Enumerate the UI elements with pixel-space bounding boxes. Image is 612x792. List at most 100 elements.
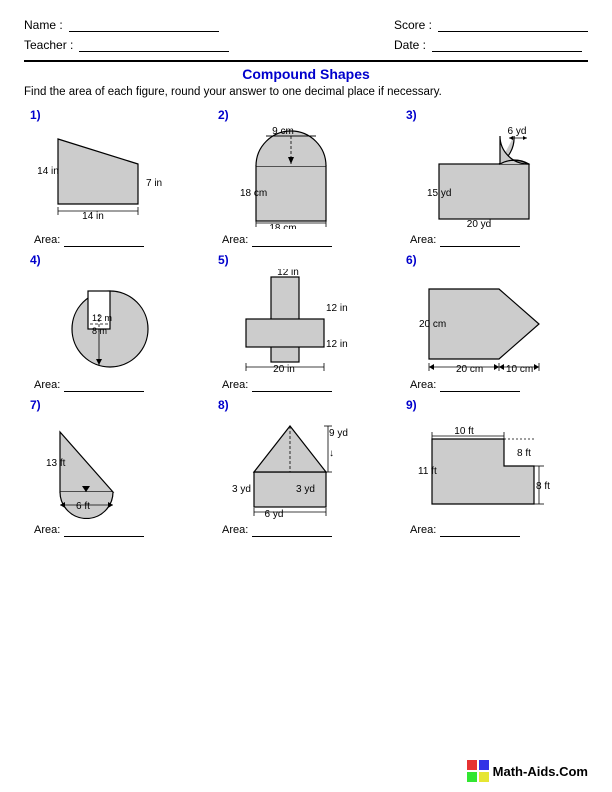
svg-8: 9 yd ↓ 3 yd 3 yd 6 yd [226, 414, 386, 519]
header-left: Name : Teacher : [24, 18, 229, 52]
area-9-input[interactable] [440, 523, 520, 537]
teacher-label: Teacher : [24, 38, 73, 52]
problem-1-num: 1) [30, 108, 41, 122]
svg-1: 14 in 7 in 14 in [38, 124, 198, 229]
problem-9-num: 9) [406, 398, 417, 412]
area-2-label: Area: [222, 234, 248, 246]
svg-text:10 cm: 10 cm [506, 364, 533, 374]
svg-text:8 ft: 8 ft [517, 448, 531, 459]
svg-text:20 in: 20 in [273, 364, 295, 374]
svg-text:6 yd: 6 yd [508, 126, 527, 137]
svg-text:6 yd: 6 yd [265, 509, 284, 519]
problem-3-num: 3) [406, 108, 417, 122]
date-label: Date : [394, 38, 426, 52]
area-8: Area: [218, 523, 332, 537]
problem-4-num: 4) [30, 253, 41, 267]
area-5-label: Area: [222, 379, 248, 391]
svg-text:12 in: 12 in [326, 303, 348, 314]
name-label: Name : [24, 18, 63, 32]
area-8-input[interactable] [252, 523, 332, 537]
problem-9: 9) 10 ft 8 ft 11 ft 8 ft [400, 394, 588, 539]
problem-6-num: 6) [406, 253, 417, 267]
svg-7: 13 ft 6 ft [38, 414, 198, 519]
footer: Math-Aids.Com [467, 760, 588, 782]
header: Name : Teacher : Score : Date : [24, 18, 588, 52]
figure-9: 10 ft 8 ft 11 ft 8 ft [414, 414, 574, 519]
problem-2-num: 2) [218, 108, 229, 122]
figure-7: 13 ft 6 ft [38, 414, 198, 519]
problem-2: 2) 9 cm 18 cm 18 cm [212, 104, 400, 249]
score-row: Score : [394, 18, 588, 32]
header-right: Score : Date : [394, 18, 588, 52]
area-9: Area: [406, 523, 520, 537]
area-7: Area: [30, 523, 144, 537]
svg-text:18 cm: 18 cm [269, 223, 296, 229]
area-1-input[interactable] [64, 233, 144, 247]
svg-text:20 yd: 20 yd [467, 219, 491, 229]
svg-text:11 ft: 11 ft [418, 466, 437, 477]
svg-text:3 yd: 3 yd [296, 484, 315, 495]
svg-text:18 cm: 18 cm [240, 188, 267, 199]
page-title: Compound Shapes [24, 66, 588, 82]
svg-text:20 cm: 20 cm [456, 364, 483, 374]
mathaid-logo-icon [467, 760, 489, 782]
area-6-label: Area: [410, 379, 436, 391]
svg-9: 10 ft 8 ft 11 ft 8 ft [414, 414, 574, 519]
area-3-input[interactable] [440, 233, 520, 247]
problem-7: 7) 13 ft 6 ft [24, 394, 212, 539]
problem-3: 3) 15 yd 20 yd 6 yd [400, 104, 588, 249]
svg-text:10 ft: 10 ft [454, 426, 474, 437]
problem-6: 6) 20 cm 20 cm 10 cm [400, 249, 588, 394]
area-4: Area: [30, 378, 144, 392]
name-row: Name : [24, 18, 229, 32]
area-6: Area: [406, 378, 520, 392]
area-9-label: Area: [410, 524, 436, 536]
figure-4: 12 m 8 m [38, 269, 198, 374]
problem-8-num: 8) [218, 398, 229, 412]
problem-4: 4) 12 m 8 m [24, 249, 212, 394]
name-line[interactable] [69, 18, 219, 32]
svg-2: 9 cm 18 cm 18 cm [226, 124, 386, 229]
figure-2: 9 cm 18 cm 18 cm [226, 124, 386, 229]
footer-text: Math-Aids.Com [493, 764, 588, 779]
area-7-label: Area: [34, 524, 60, 536]
score-line[interactable] [438, 18, 588, 32]
area-3: Area: [406, 233, 520, 247]
area-6-input[interactable] [440, 378, 520, 392]
problem-5-num: 5) [218, 253, 229, 267]
svg-4: 12 m 8 m [38, 269, 198, 374]
instructions: Find the area of each figure, round your… [24, 86, 588, 98]
problem-1: 1) 14 in 7 in 14 in Area: [24, 104, 212, 249]
area-4-input[interactable] [64, 378, 144, 392]
page: Name : Teacher : Score : Date : Compound… [0, 0, 612, 792]
area-1-label: Area: [34, 234, 60, 246]
figure-5: 12 in 12 in 12 in 20 in [226, 269, 386, 374]
area-7-input[interactable] [64, 523, 144, 537]
svg-text:20 cm: 20 cm [419, 319, 446, 330]
problem-7-num: 7) [30, 398, 41, 412]
date-line[interactable] [432, 38, 582, 52]
area-1: Area: [30, 233, 144, 247]
svg-text:↓: ↓ [329, 448, 334, 459]
date-row: Date : [394, 38, 588, 52]
svg-text:8 m: 8 m [92, 326, 107, 336]
area-5-input[interactable] [252, 378, 332, 392]
svg-text:12 m: 12 m [92, 313, 112, 323]
svg-text:15 yd: 15 yd [427, 188, 451, 199]
svg-text:14 in: 14 in [38, 166, 59, 177]
problem-8: 8) 9 yd ↓ 3 yd 3 yd 6 yd [212, 394, 400, 539]
area-2-input[interactable] [252, 233, 332, 247]
figure-8: 9 yd ↓ 3 yd 3 yd 6 yd [226, 414, 386, 519]
score-label: Score : [394, 18, 432, 32]
svg-6: 20 cm 20 cm 10 cm [414, 269, 574, 374]
svg-text:8 ft: 8 ft [536, 481, 550, 492]
area-3-label: Area: [410, 234, 436, 246]
svg-text:13 ft: 13 ft [46, 458, 66, 469]
divider [24, 60, 588, 62]
area-2: Area: [218, 233, 332, 247]
area-5: Area: [218, 378, 332, 392]
teacher-line[interactable] [79, 38, 229, 52]
svg-3: 15 yd 20 yd 6 yd [414, 124, 574, 229]
figure-1: 14 in 7 in 14 in [38, 124, 198, 229]
problems-grid: 1) 14 in 7 in 14 in Area: [24, 104, 588, 539]
